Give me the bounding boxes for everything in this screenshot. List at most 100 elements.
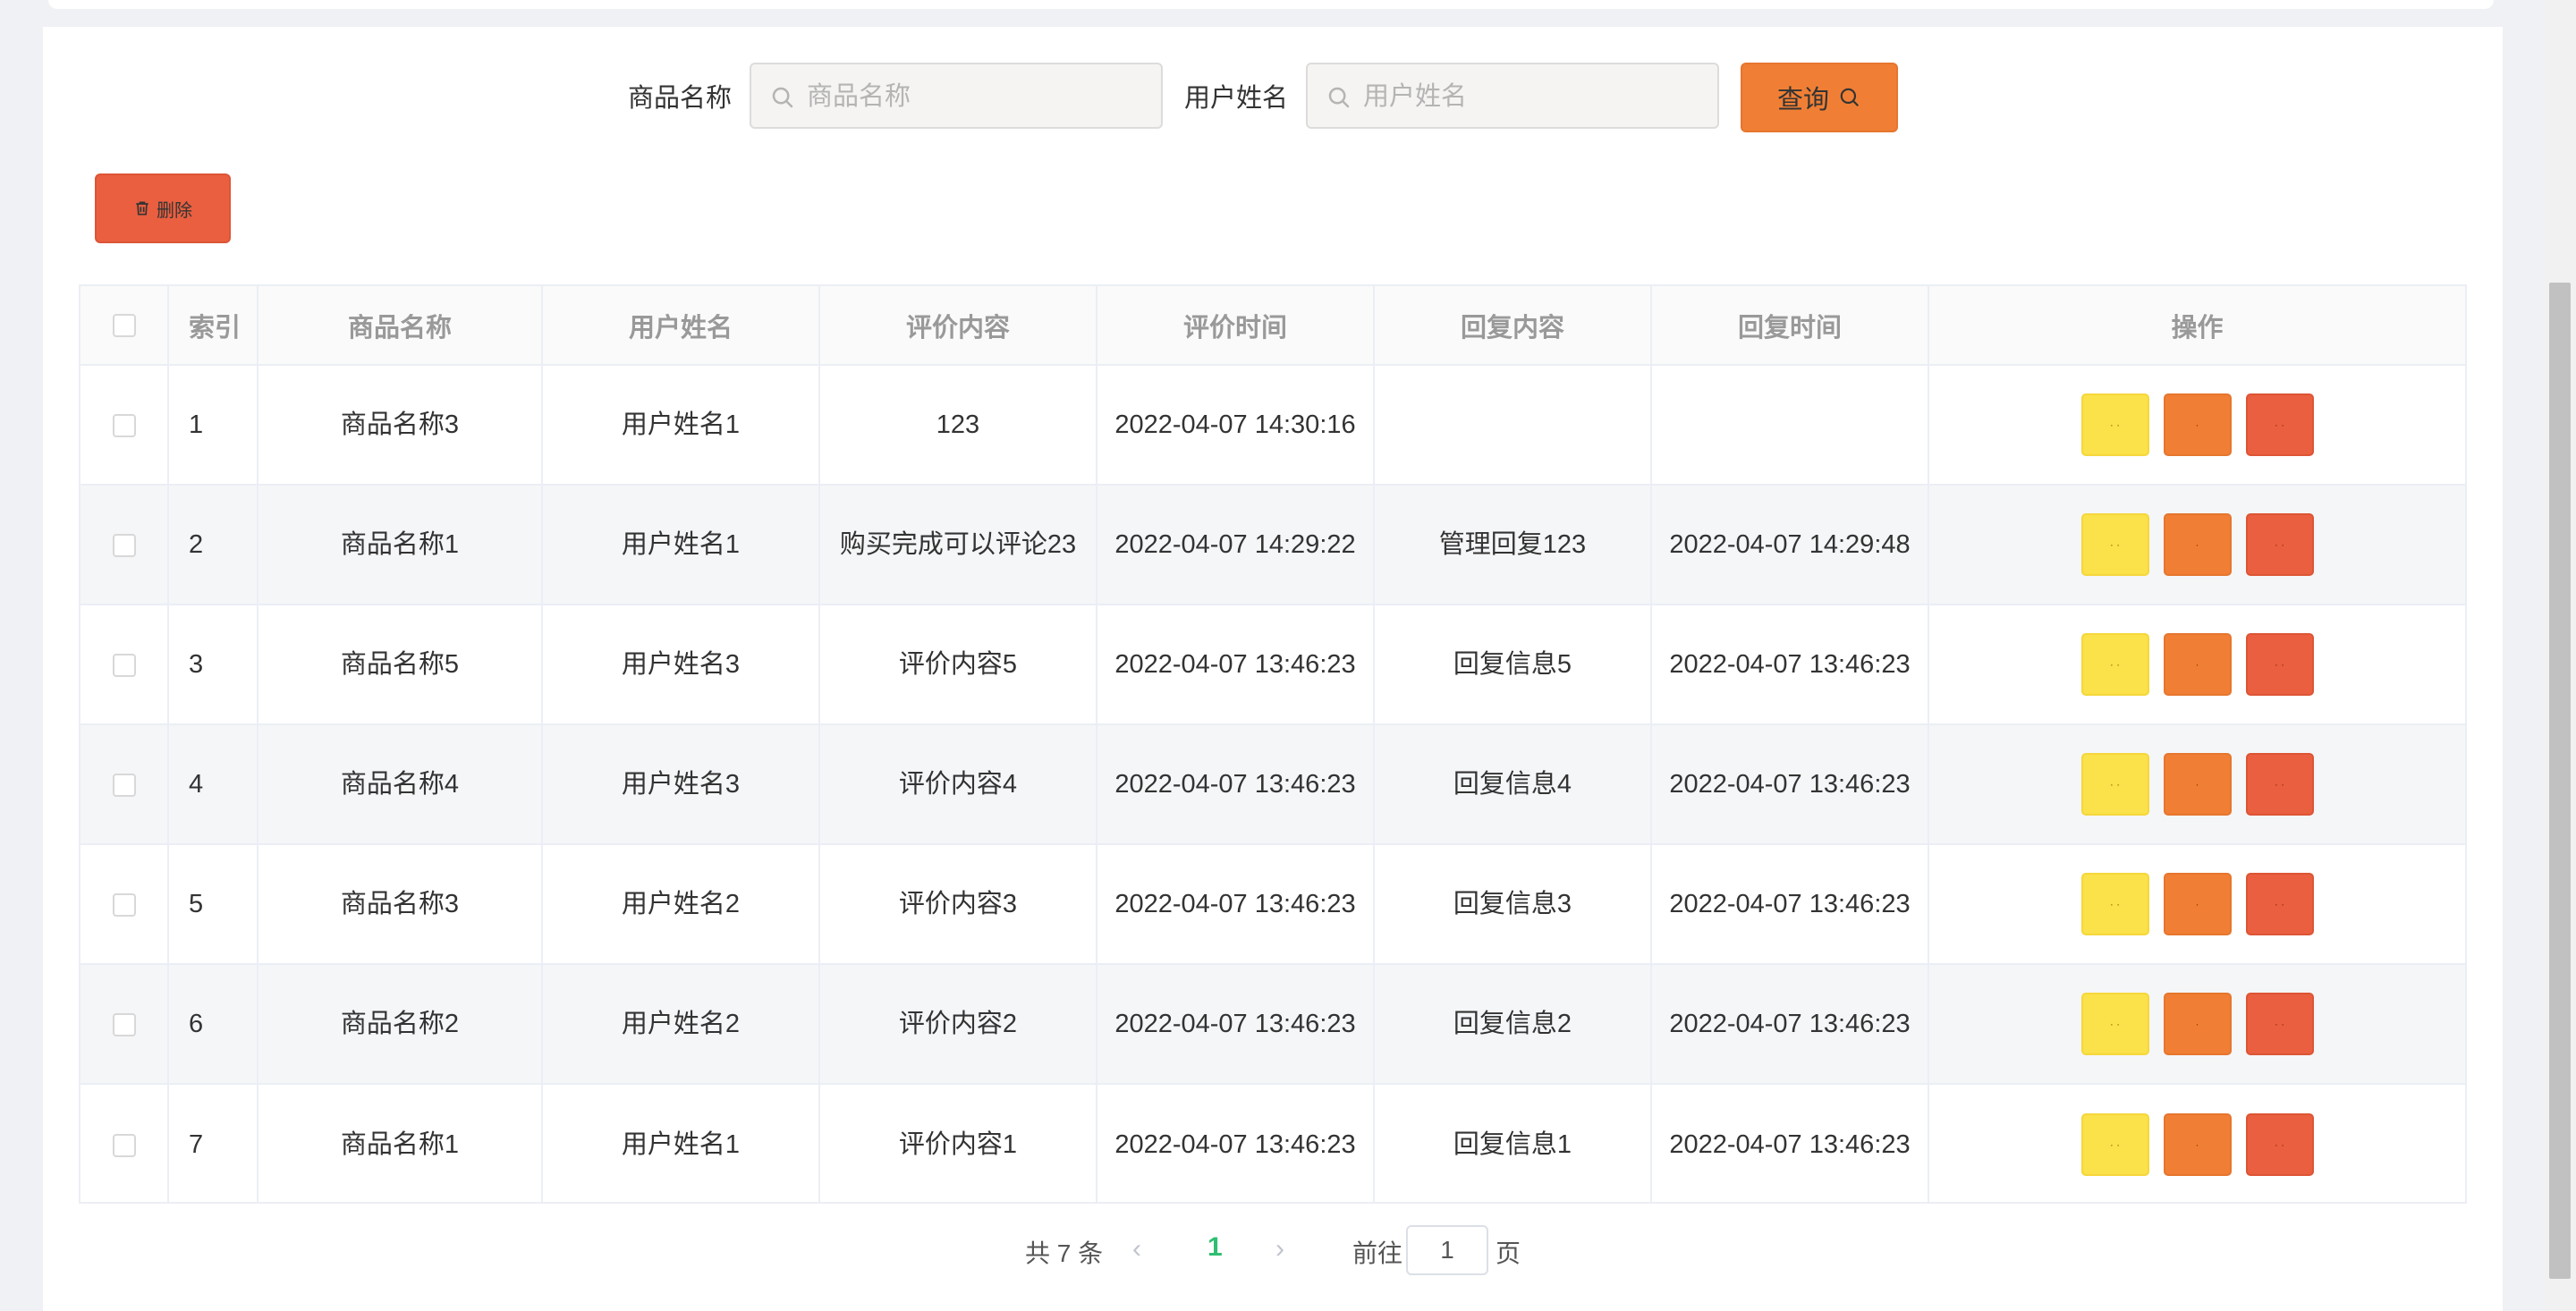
view-button[interactable]: · · bbox=[2080, 873, 2149, 935]
view-button[interactable]: · · bbox=[2080, 513, 2149, 576]
user-name-label: 用户姓名 bbox=[1184, 84, 1289, 113]
view-button[interactable]: · · bbox=[2080, 393, 2149, 456]
cell-content: 评价内容1 bbox=[819, 1084, 1097, 1204]
cell-time: 2022-04-07 13:46:23 bbox=[1097, 964, 1375, 1085]
table-row[interactable]: 4 商品名称4 用户姓名3 评价内容4 2022-04-07 13:46:23 回复信息4… bbox=[80, 724, 2465, 845]
previous-card-edge bbox=[48, 0, 2494, 9]
row-delete-button[interactable]: · · bbox=[2245, 993, 2314, 1055]
row-delete-button[interactable]: · · bbox=[2245, 873, 2314, 935]
column-header-actions: 操作 bbox=[1928, 286, 2465, 366]
cell-time: 2022-04-07 14:29:22 bbox=[1097, 485, 1375, 605]
product-name-search-field[interactable] bbox=[750, 63, 1163, 129]
view-button[interactable]: · · bbox=[2080, 633, 2149, 696]
cell-user: 用户姓名3 bbox=[542, 605, 820, 725]
cell-content: 123 bbox=[819, 365, 1097, 486]
cell-index: 2 bbox=[168, 485, 258, 605]
row-delete-button[interactable]: · · bbox=[2245, 1112, 2314, 1176]
query-button-label: 查询 bbox=[1776, 86, 1829, 114]
user-name-input[interactable] bbox=[1361, 64, 1714, 129]
cell-reply-time: 2022-04-07 13:46:23 bbox=[1651, 605, 1929, 725]
cell-reply: 回复信息1 bbox=[1374, 1084, 1652, 1204]
select-all-checkbox[interactable] bbox=[112, 314, 136, 338]
trash-icon bbox=[136, 201, 148, 216]
cell-time: 2022-04-07 14:30:16 bbox=[1097, 365, 1375, 486]
row-checkbox[interactable] bbox=[112, 534, 136, 558]
reply-button[interactable]: · bbox=[2163, 993, 2232, 1055]
pagination-unit-label: 页 bbox=[1496, 1239, 1521, 1267]
cell-user: 用户姓名1 bbox=[542, 485, 820, 605]
column-header-time: 评价时间 bbox=[1097, 286, 1375, 366]
row-select-cell[interactable] bbox=[80, 724, 169, 845]
cell-actions: · · · · · bbox=[1928, 485, 2465, 605]
cell-product: 商品名称5 bbox=[258, 605, 543, 725]
product-name-label: 商品名称 bbox=[628, 84, 733, 113]
table-row[interactable]: 5 商品名称3 用户姓名2 评价内容3 2022-04-07 13:46:23 回复信息3… bbox=[80, 844, 2465, 965]
reply-button[interactable]: · bbox=[2163, 1112, 2232, 1176]
chevron-right-icon[interactable]: › bbox=[1275, 1234, 1284, 1264]
table-row[interactable]: 3 商品名称5 用户姓名3 评价内容5 2022-04-07 13:46:23 回复信息5… bbox=[80, 605, 2465, 725]
pagination-goto-input[interactable] bbox=[1406, 1225, 1488, 1275]
cell-user: 用户姓名1 bbox=[542, 1084, 820, 1204]
product-name-input[interactable] bbox=[805, 64, 1157, 129]
row-checkbox[interactable] bbox=[112, 1133, 136, 1157]
row-select-cell[interactable] bbox=[80, 485, 169, 605]
search-icon bbox=[1328, 87, 1350, 108]
table-row[interactable]: 2 商品名称1 用户姓名1 购买完成可以评论23 2022-04-07 14:29:22… bbox=[80, 485, 2465, 605]
cell-time: 2022-04-07 13:46:23 bbox=[1097, 844, 1375, 965]
view-button[interactable]: · · bbox=[2080, 993, 2149, 1055]
reply-button[interactable]: · bbox=[2163, 393, 2232, 456]
pagination-total: 共 7 条 bbox=[1025, 1239, 1104, 1267]
table-row[interactable]: 6 商品名称2 用户姓名2 评价内容2 2022-04-07 13:46:23 回复信息2… bbox=[80, 964, 2465, 1085]
row-checkbox[interactable] bbox=[112, 414, 136, 438]
column-header-reply-time: 回复时间 bbox=[1651, 286, 1929, 366]
cell-product: 商品名称1 bbox=[258, 485, 543, 605]
cell-time: 2022-04-07 13:46:23 bbox=[1097, 1084, 1375, 1204]
cell-product: 商品名称2 bbox=[258, 964, 543, 1085]
row-select-cell[interactable] bbox=[80, 365, 169, 486]
row-delete-button[interactable]: · · bbox=[2245, 753, 2314, 816]
row-select-cell[interactable] bbox=[80, 964, 169, 1085]
cell-content: 评价内容2 bbox=[819, 964, 1097, 1085]
cell-index: 7 bbox=[168, 1084, 258, 1204]
column-header-index: 索引 bbox=[168, 286, 258, 366]
pagination-page-current[interactable]: 1 bbox=[1208, 1232, 1223, 1263]
row-checkbox[interactable] bbox=[112, 654, 136, 678]
view-button[interactable]: · · bbox=[2080, 1112, 2149, 1176]
row-select-cell[interactable] bbox=[80, 844, 169, 965]
query-button[interactable]: 查询 bbox=[1741, 63, 1898, 132]
cell-product: 商品名称1 bbox=[258, 1084, 543, 1204]
row-select-cell[interactable] bbox=[80, 1084, 169, 1204]
table-row[interactable]: 7 商品名称1 用户姓名1 评价内容1 2022-04-07 13:46:23 回复信息1… bbox=[80, 1084, 2465, 1204]
delete-button[interactable]: 删除 bbox=[95, 173, 231, 243]
table-header-row: 索引 商品名称 用户姓名 评价内容 评价时间 回复内容 回复时间 操作 bbox=[80, 286, 2465, 366]
table-row[interactable]: 1 商品名称3 用户姓名1 123 2022-04-07 14:30:16 · · · · · bbox=[80, 365, 2465, 486]
cell-index: 3 bbox=[168, 605, 258, 725]
cell-product: 商品名称3 bbox=[258, 844, 543, 965]
reply-button[interactable]: · bbox=[2163, 513, 2232, 576]
cell-reply-time: 2022-04-07 13:46:23 bbox=[1651, 964, 1929, 1085]
cell-content: 评价内容3 bbox=[819, 844, 1097, 965]
column-header-content: 评价内容 bbox=[819, 286, 1097, 366]
row-checkbox[interactable] bbox=[112, 1013, 136, 1037]
row-delete-button[interactable]: · · bbox=[2245, 633, 2314, 696]
row-checkbox[interactable] bbox=[112, 893, 136, 918]
row-checkbox[interactable] bbox=[112, 774, 136, 798]
cell-index: 4 bbox=[168, 724, 258, 845]
cell-actions: · · · · · bbox=[1928, 1084, 2465, 1204]
view-button[interactable]: · · bbox=[2080, 753, 2149, 816]
select-all-header[interactable] bbox=[80, 286, 169, 366]
cell-reply: 回复信息2 bbox=[1374, 964, 1652, 1085]
scrollbar-thumb[interactable] bbox=[2549, 283, 2571, 1279]
reply-button[interactable]: · bbox=[2163, 873, 2232, 935]
cell-reply bbox=[1374, 365, 1652, 486]
row-delete-button[interactable]: · · bbox=[2245, 513, 2314, 576]
cell-reply: 回复信息3 bbox=[1374, 844, 1652, 965]
cell-reply: 回复信息4 bbox=[1374, 724, 1652, 845]
reply-button[interactable]: · bbox=[2163, 753, 2232, 816]
user-name-search-field[interactable] bbox=[1306, 63, 1719, 129]
cell-user: 用户姓名1 bbox=[542, 365, 820, 486]
row-select-cell[interactable] bbox=[80, 605, 169, 725]
row-delete-button[interactable]: · · bbox=[2245, 393, 2314, 456]
chevron-left-icon[interactable]: ‹ bbox=[1132, 1234, 1141, 1264]
reply-button[interactable]: · bbox=[2163, 633, 2232, 696]
